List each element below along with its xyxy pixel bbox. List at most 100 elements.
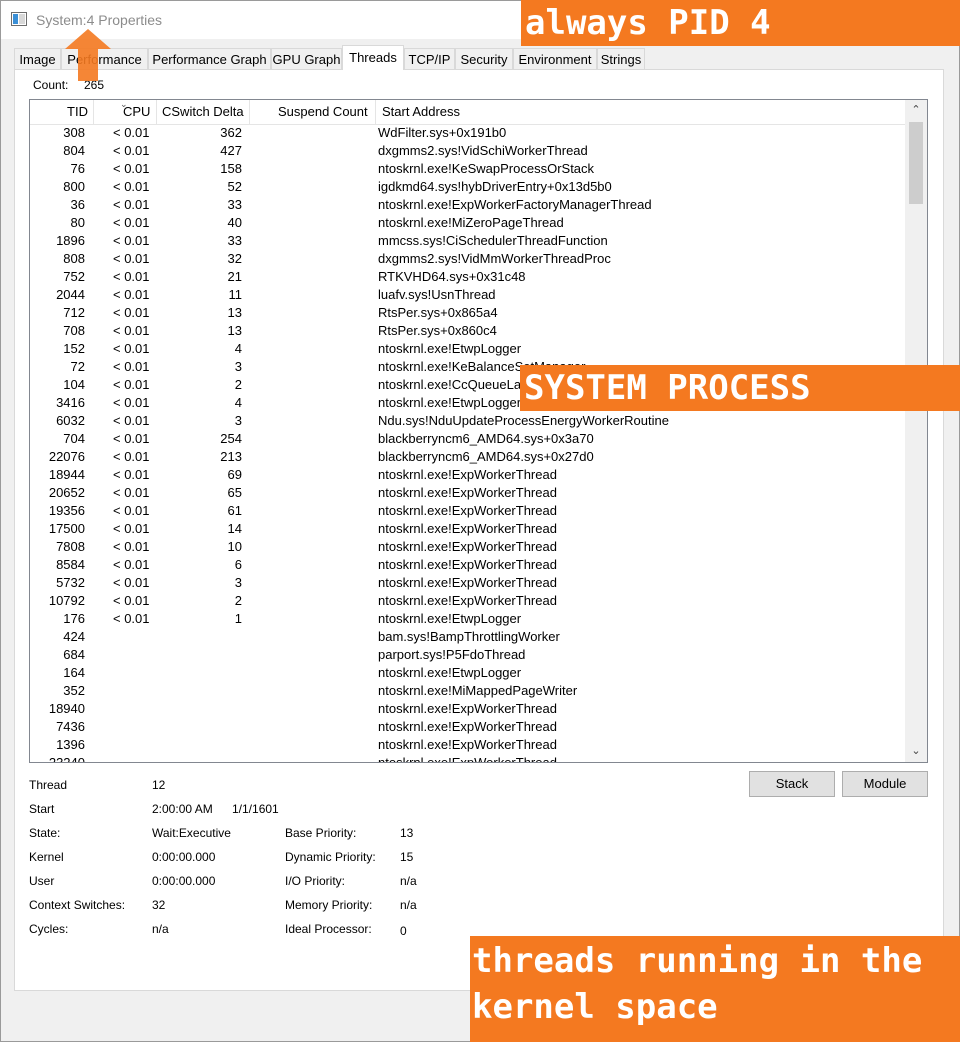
- table-row[interactable]: 800 < 0.01 52 igdkmd64.sys!hybDriverEntry+0…: [30, 178, 906, 196]
- table-row[interactable]: 10792 < 0.01 2 ntoskrnl.exe!ExpWorkerThread: [30, 592, 906, 610]
- list-header: TID ⌄ CPU CSwitch Delta Suspend Count St…: [30, 100, 906, 125]
- table-row[interactable]: 23240 ntoskrnl.exe!ExpWorkerThread: [30, 754, 906, 762]
- table-row[interactable]: 808 < 0.01 32 dxgmms2.sys!VidMmWorkerThread…: [30, 250, 906, 268]
- tid-cell: 20652: [48, 485, 85, 500]
- base-priority-value: 13: [400, 826, 414, 840]
- start-address-cell: ntoskrnl.exe!ExpWorkerThread: [378, 593, 557, 608]
- column-divider[interactable]: [249, 100, 250, 124]
- column-divider[interactable]: [93, 100, 94, 124]
- scrollbar-thumb[interactable]: [909, 122, 923, 204]
- table-row[interactable]: 7436 ntoskrnl.exe!ExpWorkerThread: [30, 718, 906, 736]
- tid-cell: 752: [63, 269, 85, 284]
- tid-cell: 17500: [48, 521, 85, 536]
- start-address-cell: ntoskrnl.exe!ExpWorkerThread: [378, 557, 557, 572]
- table-row[interactable]: 8584 < 0.01 6 ntoskrnl.exe!ExpWorkerThread: [30, 556, 906, 574]
- tab-image[interactable]: Image: [14, 48, 61, 69]
- table-row[interactable]: 752 < 0.01 21 RTKVHD64.sys+0x31c48: [30, 268, 906, 286]
- scroll-down-icon[interactable]: ⌄: [905, 742, 927, 760]
- cswitch-delta-cell: 13: [227, 305, 242, 320]
- cswitch-delta-cell: 65: [227, 485, 242, 500]
- start-address-cell: RTKVHD64.sys+0x31c48: [378, 269, 526, 284]
- vertical-scrollbar[interactable]: ⌃ ⌄: [905, 100, 927, 762]
- table-row[interactable]: 18944 < 0.01 69 ntoskrnl.exe!ExpWorkerThrea…: [30, 466, 906, 484]
- threads-list[interactable]: TID ⌄ CPU CSwitch Delta Suspend Count St…: [29, 99, 928, 763]
- start-address-cell: ntoskrnl.exe!EtwpLogger: [378, 341, 522, 356]
- table-row[interactable]: 20652 < 0.01 65 ntoskrnl.exe!ExpWorkerThrea…: [30, 484, 906, 502]
- start-address-cell: ntoskrnl.exe!ExpWorkerThread: [378, 521, 557, 536]
- tab-performance-graph[interactable]: Performance Graph: [148, 48, 271, 69]
- start-address-cell: ntoskrnl.exe!MiMappedPageWriter: [378, 683, 578, 698]
- cswitch-delta-cell: 52: [227, 179, 242, 194]
- tid-cell: 800: [63, 179, 85, 194]
- ideal-processor-value: 0: [400, 924, 407, 938]
- tid-cell: 308: [63, 125, 85, 140]
- module-button[interactable]: Module: [842, 771, 928, 797]
- kernel-time-value: 0:00:00.000: [152, 850, 216, 864]
- column-header-start-address[interactable]: Start Address: [382, 100, 502, 124]
- cswitch-delta-cell: 213: [220, 449, 242, 464]
- table-row[interactable]: 22076 < 0.01 213 blackberryncm6_AMD64.sys+0…: [30, 448, 906, 466]
- table-row[interactable]: 804 < 0.01 427 dxgmms2.sys!VidSchiWorkerThr…: [30, 142, 906, 160]
- tab-strings[interactable]: Strings: [597, 48, 645, 69]
- scroll-up-icon[interactable]: ⌃: [905, 101, 927, 119]
- table-row[interactable]: 1896 < 0.01 33 mmcss.sys!CiSchedulerThreadF…: [30, 232, 906, 250]
- table-row[interactable]: 80 < 0.01 40 ntoskrnl.exe!MiZeroPageThread: [30, 214, 906, 232]
- cswitch-delta-cell: 254: [220, 431, 242, 446]
- start-address-cell: ntoskrnl.exe!ExpWorkerThread: [378, 503, 557, 518]
- annotation-kernel-line-2: kernel space: [472, 987, 718, 1027]
- table-row[interactable]: 684 parport.sys!P5FdoThread: [30, 646, 906, 664]
- start-address-cell: luafv.sys!UsnThread: [378, 287, 496, 302]
- column-header-suspend-count[interactable]: Suspend Count: [278, 100, 373, 124]
- table-row[interactable]: 1396 ntoskrnl.exe!ExpWorkerThread: [30, 736, 906, 754]
- table-row[interactable]: 152 < 0.01 4 ntoskrnl.exe!EtwpLogger: [30, 340, 906, 358]
- table-row[interactable]: 308 < 0.01 362 WdFilter.sys+0x191b0: [30, 124, 906, 142]
- cycles-value: n/a: [152, 922, 169, 936]
- table-row[interactable]: 708 < 0.01 13 RtsPer.sys+0x860c4: [30, 322, 906, 340]
- tab-threads[interactable]: Threads: [342, 45, 404, 70]
- tab-environment[interactable]: Environment: [513, 48, 597, 69]
- table-row[interactable]: 17500 < 0.01 14 ntoskrnl.exe!ExpWorkerThrea…: [30, 520, 906, 538]
- column-header-cpu[interactable]: CPU: [123, 100, 153, 124]
- table-row[interactable]: 18940 ntoskrnl.exe!ExpWorkerThread: [30, 700, 906, 718]
- table-row[interactable]: 164 ntoskrnl.exe!EtwpLogger: [30, 664, 906, 682]
- table-row[interactable]: 2044 < 0.01 11 luafv.sys!UsnThread: [30, 286, 906, 304]
- tid-cell: 3416: [56, 395, 85, 410]
- table-row[interactable]: 424 bam.sys!BampThrottlingWorker: [30, 628, 906, 646]
- tid-cell: 5732: [56, 575, 85, 590]
- column-header-tid[interactable]: TID: [30, 100, 88, 124]
- start-address-cell: WdFilter.sys+0x191b0: [378, 125, 507, 140]
- cswitch-delta-cell: 427: [220, 143, 242, 158]
- table-row[interactable]: 704 < 0.01 254 blackberryncm6_AMD64.sys+0x3…: [30, 430, 906, 448]
- tab-security[interactable]: Security: [455, 48, 513, 69]
- tid-cell: 18940: [48, 701, 85, 716]
- column-divider[interactable]: [375, 100, 376, 124]
- column-divider[interactable]: [156, 100, 157, 124]
- tid-cell: 804: [63, 143, 85, 158]
- tid-cell: 6032: [56, 413, 85, 428]
- table-row[interactable]: 5732 < 0.01 3 ntoskrnl.exe!ExpWorkerThread: [30, 574, 906, 592]
- table-row[interactable]: 6032 < 0.01 3 Ndu.sys!NduUpdateProcessEnerg…: [30, 412, 906, 430]
- tab-tcpip[interactable]: TCP/IP: [404, 48, 455, 69]
- start-address-cell: igdkmd64.sys!hybDriverEntry+0x13d5b0: [378, 179, 612, 194]
- table-row[interactable]: 76 < 0.01 158 ntoskrnl.exe!KeSwapProcessOrS…: [30, 160, 906, 178]
- cswitch-delta-cell: 158: [220, 161, 242, 176]
- tid-cell: 424: [63, 629, 85, 644]
- table-row[interactable]: 7808 < 0.01 10 ntoskrnl.exe!ExpWorkerThread: [30, 538, 906, 556]
- cswitch-delta-cell: 2: [234, 593, 242, 608]
- stack-button[interactable]: Stack: [749, 771, 835, 797]
- cswitch-delta-cell: 4: [234, 395, 242, 410]
- table-row[interactable]: 36 < 0.01 33 ntoskrnl.exe!ExpWorkerFactoryM…: [30, 196, 906, 214]
- tid-cell: 72: [70, 359, 85, 374]
- table-row[interactable]: 352 ntoskrnl.exe!MiMappedPageWriter: [30, 682, 906, 700]
- cswitch-delta-cell: 11: [228, 287, 243, 302]
- start-address-cell: ntoskrnl.exe!EtwpLogger: [378, 611, 522, 626]
- tab-gpu-graph[interactable]: GPU Graph: [271, 48, 342, 69]
- tid-cell: 2044: [56, 287, 85, 302]
- column-header-cswitch-delta[interactable]: CSwitch Delta: [162, 100, 250, 124]
- cswitch-delta-cell: 3: [234, 413, 242, 428]
- start-address-cell: ntoskrnl.exe!ExpWorkerThread: [378, 719, 557, 734]
- table-row[interactable]: 19356 < 0.01 61 ntoskrnl.exe!ExpWorkerThrea…: [30, 502, 906, 520]
- window-title: System:4 Properties: [36, 12, 163, 28]
- table-row[interactable]: 712 < 0.01 13 RtsPer.sys+0x865a4: [30, 304, 906, 322]
- table-row[interactable]: 176 < 0.01 1 ntoskrnl.exe!EtwpLogger: [30, 610, 906, 628]
